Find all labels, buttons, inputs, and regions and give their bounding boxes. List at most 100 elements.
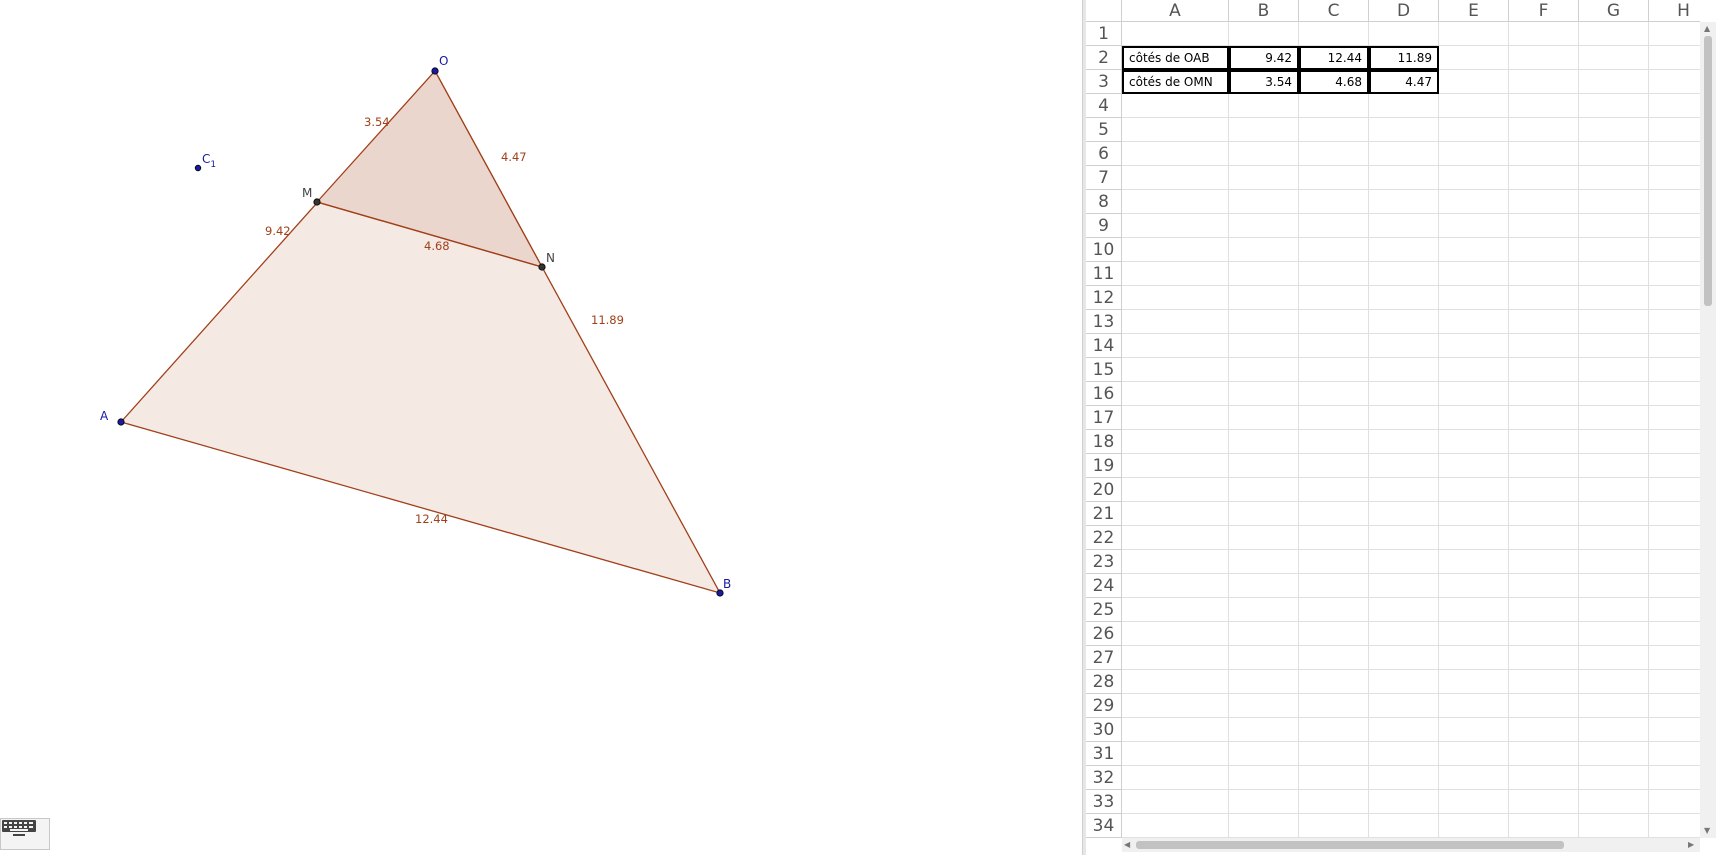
cell-e5[interactable] [1439,118,1509,142]
cell-f30[interactable] [1509,718,1579,742]
cell-b11[interactable] [1229,262,1299,286]
cell-a21[interactable] [1122,502,1229,526]
cell-h16[interactable] [1649,382,1700,406]
row-header-9[interactable]: 9 [1086,214,1122,238]
cell-c5[interactable] [1299,118,1369,142]
cell-f22[interactable] [1509,526,1579,550]
cell-e22[interactable] [1439,526,1509,550]
cell-e1[interactable] [1439,22,1509,46]
cell-c33[interactable] [1299,790,1369,814]
cell-e8[interactable] [1439,190,1509,214]
cell-b15[interactable] [1229,358,1299,382]
cell-h19[interactable] [1649,454,1700,478]
cell-d5[interactable] [1369,118,1439,142]
cell-g22[interactable] [1579,526,1649,550]
row-header-21[interactable]: 21 [1086,502,1122,526]
cell-h29[interactable] [1649,694,1700,718]
cell-c6[interactable] [1299,142,1369,166]
cell-a34[interactable] [1122,814,1229,838]
cell-b2[interactable]: 9.42 [1229,46,1299,70]
cell-c25[interactable] [1299,598,1369,622]
cell-f12[interactable] [1509,286,1579,310]
cell-h17[interactable] [1649,406,1700,430]
cell-c11[interactable] [1299,262,1369,286]
row-header-14[interactable]: 14 [1086,334,1122,358]
row-header-7[interactable]: 7 [1086,166,1122,190]
cell-a5[interactable] [1122,118,1229,142]
column-header-e[interactable]: E [1439,0,1509,22]
cell-h20[interactable] [1649,478,1700,502]
cell-g27[interactable] [1579,646,1649,670]
cell-g4[interactable] [1579,94,1649,118]
cell-g20[interactable] [1579,478,1649,502]
row-header-31[interactable]: 31 [1086,742,1122,766]
cell-e4[interactable] [1439,94,1509,118]
row-header-16[interactable]: 16 [1086,382,1122,406]
cell-g24[interactable] [1579,574,1649,598]
cell-e10[interactable] [1439,238,1509,262]
vertical-scrollbar[interactable]: ▲ ▼ [1700,22,1716,838]
cell-a33[interactable] [1122,790,1229,814]
cell-f2[interactable] [1509,46,1579,70]
cell-d20[interactable] [1369,478,1439,502]
cell-f21[interactable] [1509,502,1579,526]
cell-e32[interactable] [1439,766,1509,790]
cell-d14[interactable] [1369,334,1439,358]
row-header-12[interactable]: 12 [1086,286,1122,310]
cell-d2[interactable]: 11.89 [1369,46,1439,70]
cell-e15[interactable] [1439,358,1509,382]
cell-c23[interactable] [1299,550,1369,574]
cell-a10[interactable] [1122,238,1229,262]
cell-b18[interactable] [1229,430,1299,454]
cell-c34[interactable] [1299,814,1369,838]
cell-a16[interactable] [1122,382,1229,406]
cell-f17[interactable] [1509,406,1579,430]
cell-e19[interactable] [1439,454,1509,478]
cell-d1[interactable] [1369,22,1439,46]
cell-d9[interactable] [1369,214,1439,238]
cell-h5[interactable] [1649,118,1700,142]
cell-d6[interactable] [1369,142,1439,166]
cell-e24[interactable] [1439,574,1509,598]
cell-e17[interactable] [1439,406,1509,430]
cell-d8[interactable] [1369,190,1439,214]
cell-h30[interactable] [1649,718,1700,742]
cell-h13[interactable] [1649,310,1700,334]
cell-f16[interactable] [1509,382,1579,406]
cell-a32[interactable] [1122,766,1229,790]
cell-a31[interactable] [1122,742,1229,766]
cell-g26[interactable] [1579,622,1649,646]
cell-h33[interactable] [1649,790,1700,814]
point-n[interactable] [538,263,546,271]
cell-f26[interactable] [1509,622,1579,646]
cell-f8[interactable] [1509,190,1579,214]
cell-a30[interactable] [1122,718,1229,742]
cell-f24[interactable] [1509,574,1579,598]
cell-e31[interactable] [1439,742,1509,766]
cell-g13[interactable] [1579,310,1649,334]
cell-c19[interactable] [1299,454,1369,478]
cell-b20[interactable] [1229,478,1299,502]
row-header-28[interactable]: 28 [1086,670,1122,694]
cell-a7[interactable] [1122,166,1229,190]
row-header-10[interactable]: 10 [1086,238,1122,262]
cell-f14[interactable] [1509,334,1579,358]
cell-a1[interactable] [1122,22,1229,46]
cell-h6[interactable] [1649,142,1700,166]
cell-f4[interactable] [1509,94,1579,118]
cell-f33[interactable] [1509,790,1579,814]
cell-g23[interactable] [1579,550,1649,574]
horizontal-scroll-thumb[interactable] [1136,841,1564,849]
row-header-23[interactable]: 23 [1086,550,1122,574]
cell-g34[interactable] [1579,814,1649,838]
cell-g6[interactable] [1579,142,1649,166]
cell-d31[interactable] [1369,742,1439,766]
cell-d3[interactable]: 4.47 [1369,70,1439,94]
cell-e3[interactable] [1439,70,1509,94]
cell-c15[interactable] [1299,358,1369,382]
row-header-33[interactable]: 33 [1086,790,1122,814]
cell-c10[interactable] [1299,238,1369,262]
cell-a9[interactable] [1122,214,1229,238]
cell-h2[interactable] [1649,46,1700,70]
cell-g19[interactable] [1579,454,1649,478]
